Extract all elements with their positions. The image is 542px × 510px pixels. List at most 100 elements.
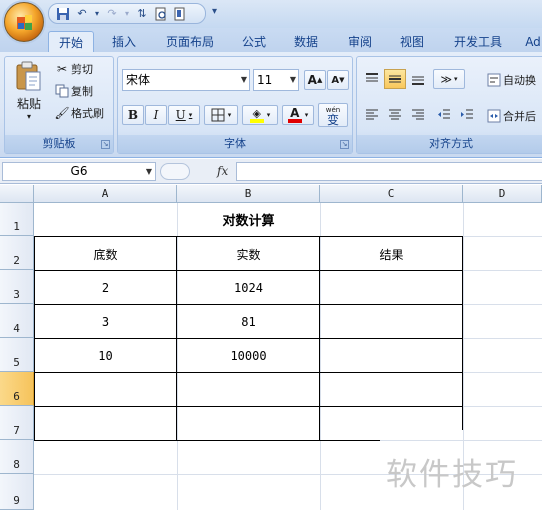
- formula-expand-handle[interactable]: [160, 163, 190, 180]
- header-cell-result: 结果: [379, 248, 404, 262]
- increase-indent-button[interactable]: [456, 105, 478, 125]
- font-launcher-icon[interactable]: ↘: [340, 140, 349, 149]
- formula-input[interactable]: [236, 162, 542, 181]
- table-cell: 10: [98, 349, 113, 363]
- tab-addins[interactable]: Ad: [524, 31, 542, 52]
- insert-function-icon[interactable]: fx: [217, 164, 228, 178]
- watermark: 软件技巧: [386, 457, 518, 493]
- align-middle-button[interactable]: [384, 69, 406, 89]
- format-painter-button[interactable]: 🖌 格式刷: [53, 104, 104, 122]
- quick-access-toolbar: ↶ ▾ ↷ ▾ ⇅: [48, 3, 206, 24]
- table-border: [34, 304, 463, 305]
- column-header-d[interactable]: D: [463, 185, 542, 203]
- name-box-dropdown-icon[interactable]: ▼: [146, 163, 152, 180]
- title-bar: ↶ ▾ ↷ ▾ ⇅ ▾: [0, 0, 542, 42]
- grow-font-button[interactable]: A ▲: [304, 70, 326, 90]
- bold-button[interactable]: B: [122, 105, 144, 125]
- column-header-c[interactable]: C: [320, 185, 463, 203]
- copy-button[interactable]: 复制: [53, 82, 93, 100]
- row-header-7[interactable]: 7: [0, 406, 34, 440]
- italic-button[interactable]: I: [145, 105, 167, 125]
- tab-insert[interactable]: 插入: [104, 31, 144, 52]
- table-border: [34, 372, 463, 373]
- name-box-value: G6: [70, 164, 88, 178]
- grow-font-label: A: [307, 73, 317, 87]
- table-border: [34, 236, 463, 237]
- phonetic-button[interactable]: wén 变: [318, 103, 348, 127]
- sort-icon[interactable]: ⇅: [134, 6, 150, 22]
- undo-icon[interactable]: ↶: [74, 6, 90, 22]
- redo-dropdown-icon[interactable]: ▾: [123, 6, 131, 22]
- paste-button[interactable]: 粘贴 ▾: [9, 61, 49, 133]
- clipboard-launcher-icon[interactable]: ↘: [101, 140, 110, 149]
- row-header-2[interactable]: 2: [0, 236, 34, 270]
- shrink-font-button[interactable]: A ▼: [327, 70, 349, 90]
- name-box[interactable]: G6 ▼: [2, 162, 156, 181]
- tab-view[interactable]: 视图: [392, 31, 432, 52]
- ribbon-tabs: 开始 插入 页面布局 公式 数据 审阅 视图 开发工具 Ad: [0, 28, 542, 52]
- align-left-button[interactable]: [361, 105, 383, 125]
- align-center-button[interactable]: [384, 105, 406, 125]
- header-cell-number: 实数: [236, 248, 261, 262]
- fill-bucket-icon: ◈: [249, 108, 264, 123]
- select-all-corner[interactable]: [0, 185, 34, 203]
- table-cell: 2: [101, 281, 110, 295]
- font-name-combo[interactable]: 宋体 ▼: [122, 69, 250, 91]
- font-name-dropdown-icon: ▼: [240, 75, 247, 84]
- align-right-button[interactable]: [407, 105, 429, 125]
- underline-button[interactable]: U ▾: [168, 105, 200, 125]
- print-preview-icon[interactable]: [153, 6, 169, 22]
- row-header-6[interactable]: 6: [0, 372, 34, 406]
- align-bottom-button[interactable]: [407, 69, 429, 89]
- decrease-indent-icon: [438, 109, 450, 119]
- font-color-button[interactable]: A ▾: [282, 105, 314, 125]
- row-header-4[interactable]: 4: [0, 304, 34, 338]
- column-header-a[interactable]: A: [34, 185, 177, 203]
- decrease-indent-button[interactable]: [433, 105, 455, 125]
- alignment-group: ≫ ▾ 自动换 合并后 对齐方式: [356, 56, 542, 154]
- row-header-5[interactable]: 5: [0, 338, 34, 372]
- tab-page-layout[interactable]: 页面布局: [158, 31, 222, 52]
- phonetic-icon: wén 变: [326, 105, 340, 126]
- tab-formulas[interactable]: 公式: [234, 31, 274, 52]
- redo-icon[interactable]: ↷: [104, 6, 120, 22]
- align-top-button[interactable]: [361, 69, 383, 89]
- borders-button[interactable]: ▾: [204, 105, 238, 125]
- underline-label: U: [175, 108, 186, 122]
- copy-icon: [53, 82, 71, 100]
- align-left-icon: [366, 109, 378, 120]
- cut-button[interactable]: ✂ 剪切: [53, 60, 93, 78]
- tab-review[interactable]: 审阅: [340, 31, 380, 52]
- row-header-1[interactable]: 1: [0, 203, 34, 236]
- row-header-8[interactable]: 8: [0, 440, 34, 474]
- row-header-9[interactable]: 9: [0, 474, 34, 510]
- font-size-combo[interactable]: 11 ▼: [253, 69, 299, 91]
- orientation-button[interactable]: ≫ ▾: [433, 69, 465, 89]
- borders-icon: [211, 108, 225, 122]
- wrap-text-label: 自动换: [503, 74, 536, 87]
- undo-dropdown-icon[interactable]: ▾: [93, 6, 101, 22]
- page-icon[interactable]: [172, 6, 188, 22]
- table-border: [34, 406, 463, 407]
- font-size-value: 11: [257, 73, 273, 87]
- column-header-b[interactable]: B: [177, 185, 320, 203]
- clipboard-group-label: 剪贴板: [5, 135, 113, 153]
- align-center-icon: [389, 109, 401, 120]
- save-icon[interactable]: [55, 6, 71, 22]
- header-cell-base: 底数: [93, 248, 118, 262]
- shrink-font-label: A: [331, 74, 340, 86]
- fill-color-button[interactable]: ◈ ▾: [242, 105, 278, 125]
- tab-home[interactable]: 开始: [48, 31, 94, 52]
- merge-center-button[interactable]: 合并后: [485, 107, 536, 125]
- paste-icon: [16, 61, 41, 91]
- office-button[interactable]: [4, 2, 44, 42]
- align-middle-icon: [389, 75, 401, 83]
- wrap-text-button[interactable]: 自动换: [485, 71, 536, 89]
- office-logo-icon: [17, 15, 32, 30]
- tab-data[interactable]: 数据: [286, 31, 326, 52]
- row-header-3[interactable]: 3: [0, 270, 34, 304]
- format-painter-label: 格式刷: [71, 107, 104, 120]
- ribbon: 粘贴 ▾ ✂ 剪切 复制 🖌 格式刷 剪贴板 ↘ 宋体 ▼ 11 ▼ A ▲ A…: [0, 52, 542, 158]
- customize-qat-icon[interactable]: ▾: [212, 6, 217, 17]
- tab-developer[interactable]: 开发工具: [446, 31, 510, 52]
